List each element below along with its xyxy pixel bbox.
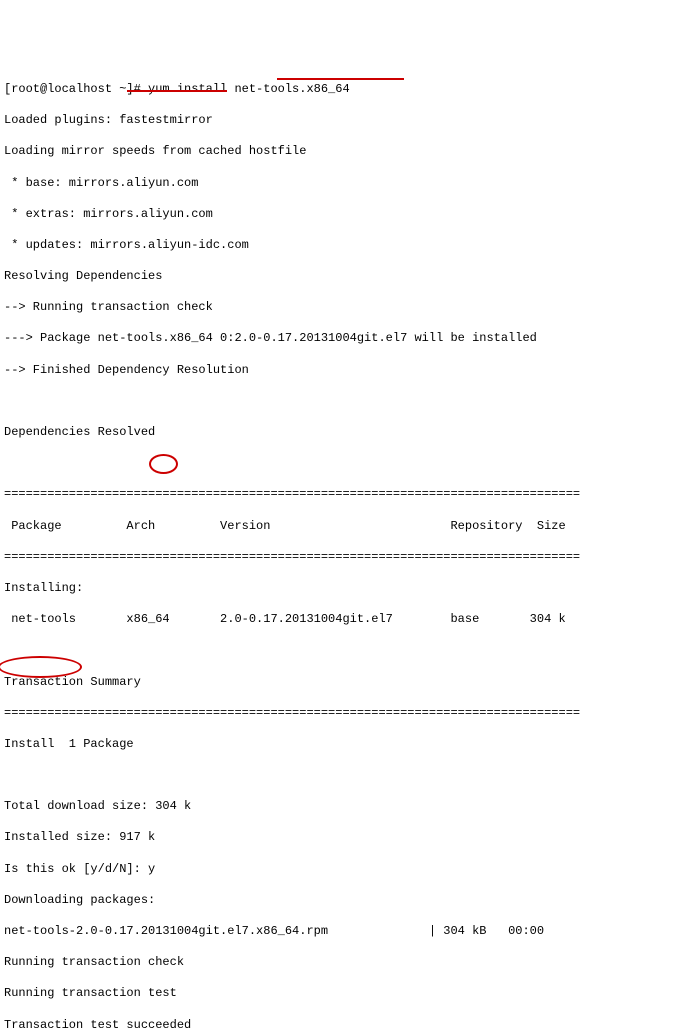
- blank-line: [4, 394, 669, 410]
- separator: ========================================…: [4, 550, 669, 566]
- annotation-underline: [277, 78, 404, 80]
- output-line: Resolving Dependencies: [4, 269, 669, 285]
- output-line: Transaction test succeeded: [4, 1018, 669, 1030]
- blank-line: [4, 456, 669, 472]
- separator: ========================================…: [4, 487, 669, 503]
- output-line: net-tools-2.0-0.17.20131004git.el7.x86_6…: [4, 924, 669, 940]
- blank-line: [4, 768, 669, 784]
- terminal-output: [root@localhost ~]# yum install net-tool…: [4, 66, 669, 1030]
- output-line: Running transaction test: [4, 986, 669, 1002]
- output-line: Installing:: [4, 581, 669, 597]
- output-line: --> Finished Dependency Resolution: [4, 363, 669, 379]
- table-row: net-tools x86_64 2.0-0.17.20131004git.el…: [4, 612, 669, 628]
- output-line: --> Running transaction check: [4, 300, 669, 316]
- output-line: Loading mirror speeds from cached hostfi…: [4, 144, 669, 160]
- blank-line: [4, 643, 669, 659]
- command: yum install net-tools.x86_64: [148, 82, 350, 96]
- output-line: Total download size: 304 k: [4, 799, 669, 815]
- table-header: Package Arch Version Repository Size: [4, 519, 669, 535]
- output-line: Running transaction check: [4, 955, 669, 971]
- output-line: Transaction Summary: [4, 675, 669, 691]
- separator: ========================================…: [4, 706, 669, 722]
- output-line: Installed size: 917 k: [4, 830, 669, 846]
- output-line: * base: mirrors.aliyun.com: [4, 176, 669, 192]
- output-line: Downloading packages:: [4, 893, 669, 909]
- prompt-line[interactable]: [root@localhost ~]# yum install net-tool…: [4, 82, 669, 98]
- output-line: Loaded plugins: fastestmirror: [4, 113, 669, 129]
- output-line: Install 1 Package: [4, 737, 669, 753]
- output-line: * updates: mirrors.aliyun-idc.com: [4, 238, 669, 254]
- prompt: [root@localhost ~]#: [4, 82, 141, 96]
- output-line: Dependencies Resolved: [4, 425, 669, 441]
- prompt-line[interactable]: Is this ok [y/d/N]: y: [4, 862, 669, 878]
- output-line: ---> Package net-tools.x86_64 0:2.0-0.17…: [4, 331, 669, 347]
- output-line: * extras: mirrors.aliyun.com: [4, 207, 669, 223]
